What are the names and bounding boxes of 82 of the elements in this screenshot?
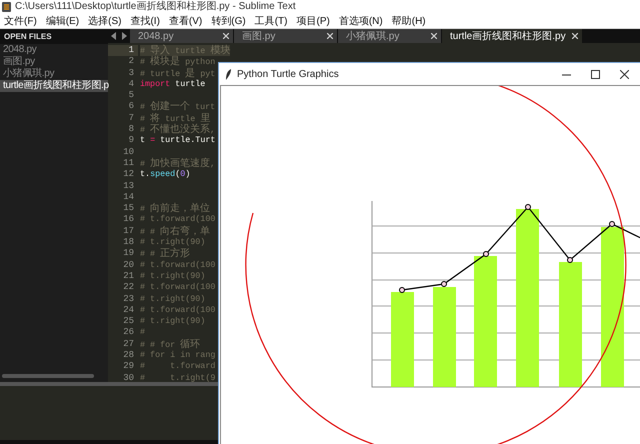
line-number: 9 xyxy=(128,135,135,147)
code-line: # t.right(90) xyxy=(140,294,206,305)
code-line: # t.forward(100 xyxy=(140,214,216,226)
menu-item[interactable]: 工具(T) xyxy=(254,14,288,28)
code-line: # t.forward(100 xyxy=(140,260,216,271)
code-line: # xyxy=(140,327,146,339)
code-line: import turtle xyxy=(140,78,206,90)
line-number: 15 xyxy=(122,203,135,214)
file-item[interactable]: 画图.py xyxy=(0,56,108,68)
code-line: # t.forward(100 xyxy=(140,282,216,294)
line-number: 2 xyxy=(128,56,135,68)
file-tab[interactable]: 画图.py xyxy=(234,29,338,43)
code-line: # # for 循环 xyxy=(140,338,200,350)
line-number: 27 xyxy=(122,338,135,350)
scrollbar[interactable] xyxy=(2,374,94,378)
code-line: # t.right(90) xyxy=(140,316,206,328)
code-line: # 将 turtle 里 xyxy=(140,112,210,124)
file-tab[interactable]: turtle画折线图和柱形图.py xyxy=(442,29,583,43)
code-line: # 加快画笔速度, xyxy=(140,158,216,170)
line-number: 25 xyxy=(122,316,135,328)
line-number: 29 xyxy=(122,361,135,373)
menu-item[interactable]: 项目(P) xyxy=(296,14,330,28)
line-number: 10 xyxy=(122,146,135,158)
line-number: 16 xyxy=(122,214,135,226)
line-number: 17 xyxy=(122,226,135,238)
code-line: # t.forward(100 xyxy=(140,304,216,316)
sidebar-header: OPEN FILES xyxy=(0,29,108,44)
line-number: 20 xyxy=(122,260,135,271)
line-number: 23 xyxy=(122,294,135,305)
line-number: 13 xyxy=(122,180,135,192)
menu-item[interactable]: 帮助(H) xyxy=(392,14,426,28)
line-number: 30 xyxy=(122,372,135,384)
code-line: t = turtle.Turt xyxy=(140,135,216,147)
code-line: # turtle 是 pyt xyxy=(140,68,216,79)
close-icon[interactable] xyxy=(620,70,629,78)
line-number: 19 xyxy=(122,248,135,260)
code-line: # 不懂也没关系, xyxy=(140,124,216,136)
line-number: 1 xyxy=(108,45,138,56)
line-number: 7 xyxy=(128,112,135,124)
code-line: # t.right(90) xyxy=(140,270,206,282)
code-line: t.speed(0) xyxy=(140,169,190,181)
code-line: # t.right(9 xyxy=(140,372,216,384)
file-item[interactable]: 小猪佩琪.py xyxy=(0,68,108,80)
line-number: 26 xyxy=(122,327,135,339)
line-number: 18 xyxy=(122,237,135,248)
line-number: 21 xyxy=(122,270,135,282)
line-number: 28 xyxy=(122,350,135,362)
menu-item[interactable]: 转到(G) xyxy=(211,14,246,28)
tab-arrows-icon[interactable] xyxy=(110,32,128,40)
file-tab[interactable]: 2048.py xyxy=(130,29,234,43)
maximize-icon[interactable] xyxy=(591,70,600,78)
code-line: # # 正方形 xyxy=(140,248,190,260)
code-line: # # 向右弯，单 xyxy=(140,226,210,238)
line-number: 14 xyxy=(122,192,135,204)
line-number: 24 xyxy=(122,304,135,316)
code-line: # t.right(90) xyxy=(140,237,206,248)
file-item[interactable]: 2048.py xyxy=(0,44,108,56)
menu-item[interactable]: 查找(I) xyxy=(130,14,160,28)
line-number: 5 xyxy=(128,90,135,102)
turtle-window-title: Python Turtle Graphics xyxy=(237,68,340,80)
code-line: # 向前走，单位 xyxy=(140,203,210,214)
menu-item[interactable]: 查看(V) xyxy=(168,14,202,28)
file-item[interactable]: turtle画折线图和柱形图.p xyxy=(0,80,108,92)
window-title: C:\Users\111\Desktop\turtle画折线图和柱形图.py - Sublime Text xyxy=(15,0,296,13)
file-tab[interactable]: 小猪佩琪.py xyxy=(338,29,442,43)
menu-item[interactable]: 文件(F) xyxy=(4,14,37,28)
line-number: 4 xyxy=(128,78,135,90)
code-line: # t.forward xyxy=(140,361,216,373)
code-line: # 创建一个 turt xyxy=(140,101,216,113)
line-number: 11 xyxy=(122,158,135,170)
line-number: 3 xyxy=(128,68,135,79)
line-number: 6 xyxy=(128,101,135,113)
line-number: 22 xyxy=(122,282,135,294)
menu-item[interactable]: 首选项(N) xyxy=(338,14,383,28)
menu-item[interactable]: 选择(S) xyxy=(88,14,122,28)
code-line: # 模块是 python xyxy=(140,56,216,68)
line-number: 12 xyxy=(122,169,135,181)
app-icon xyxy=(2,2,11,12)
feather-icon xyxy=(225,68,232,80)
menu-item[interactable]: 编辑(E) xyxy=(46,14,80,28)
code-line: # for i in rang xyxy=(140,350,216,362)
line-number: 8 xyxy=(128,124,135,136)
